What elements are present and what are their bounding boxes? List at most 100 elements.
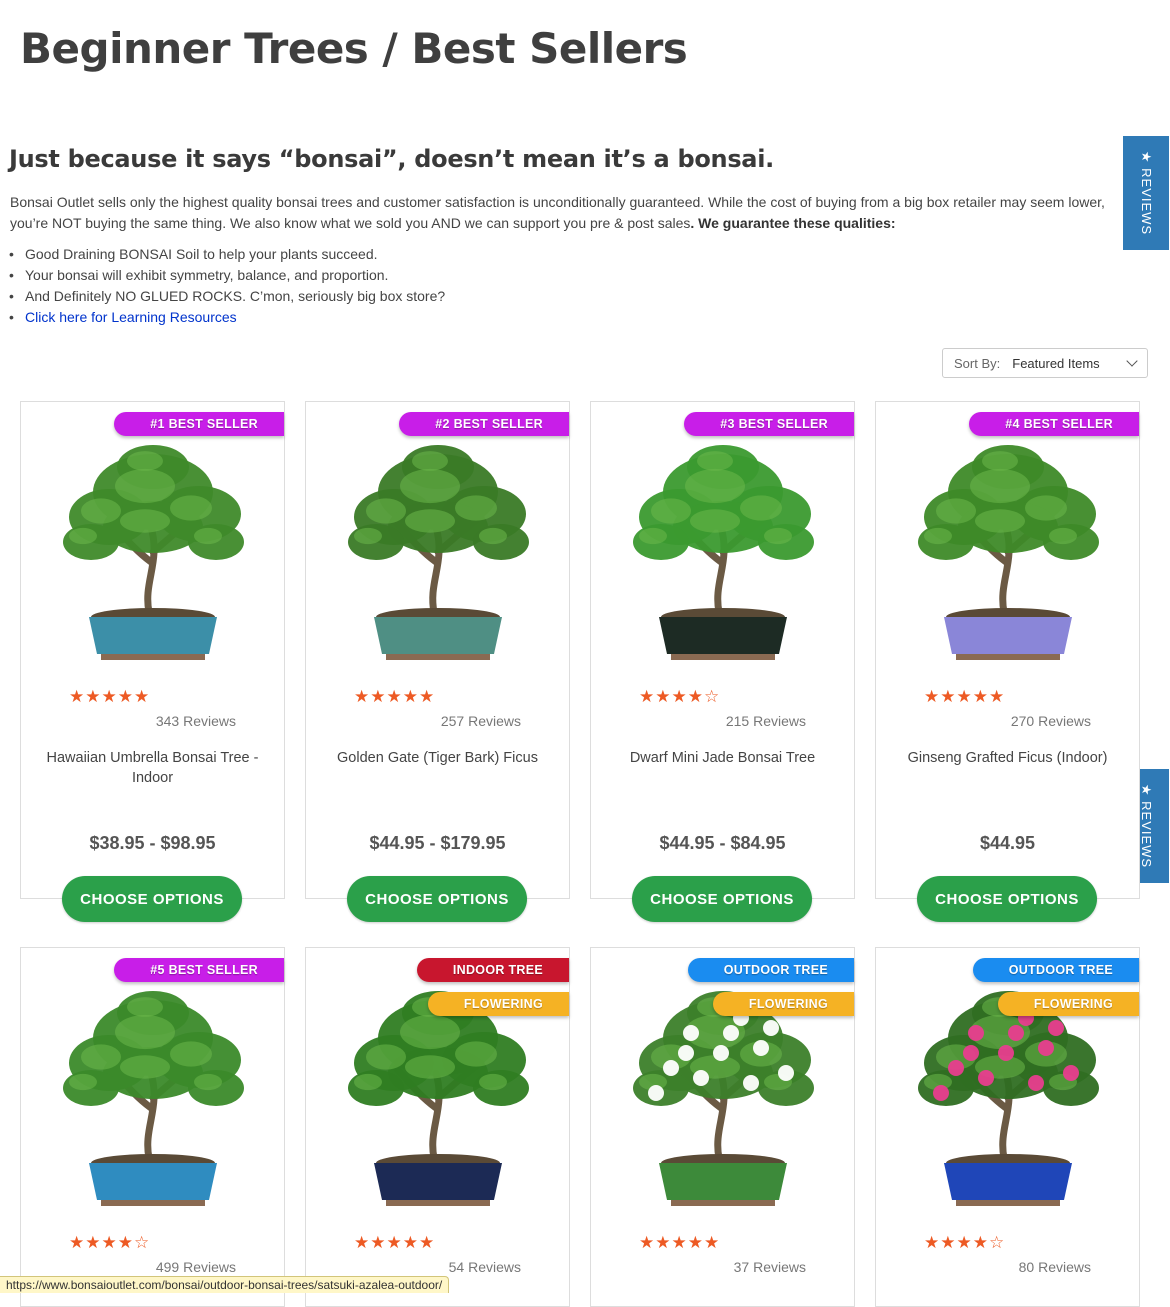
flower	[998, 1045, 1014, 1061]
choose-options-button[interactable]: CHOOSE OPTIONS	[917, 876, 1097, 922]
reviews-tab[interactable]: ★ REVIEWS	[1123, 136, 1169, 250]
foliage-highlight	[970, 468, 1030, 504]
product-name[interactable]: Ginseng Grafted Ficus (Indoor)	[890, 748, 1125, 768]
foliage-highlight	[366, 1044, 406, 1070]
foliage-highlight	[740, 495, 782, 521]
foliage-highlight	[690, 509, 740, 533]
review-count[interactable]: 499 Reviews	[156, 1259, 236, 1275]
product-card[interactable]: #1 BEST SELLER ★★★★★ 343 Reviews Hawaiian U…	[20, 401, 285, 922]
foliage-highlight	[115, 468, 175, 504]
product-card[interactable]: INDOOR TREE FLOWERING ★★★★★ 54 Reviews	[305, 947, 570, 1307]
list-item-link: Click here for Learning Resources	[9, 307, 445, 328]
product-badge: OUTDOOR TREE	[972, 958, 1139, 982]
bonsai-tree-icon	[63, 445, 244, 660]
foliage-highlight	[120, 1055, 170, 1079]
pot-base	[956, 1200, 1060, 1206]
learning-resources-link[interactable]: Click here for Learning Resources	[25, 309, 237, 325]
product-badge: FLOWERING	[427, 992, 569, 1016]
foliage-highlight	[115, 1014, 175, 1050]
rating-stars: ★★★★★	[924, 687, 1006, 706]
rating-stars: ★★★★★	[639, 1233, 721, 1252]
product-badge: INDOOR TREE	[416, 958, 569, 982]
review-count[interactable]: 257 Reviews	[441, 713, 521, 729]
product-badge: FLOWERING	[997, 992, 1139, 1016]
rating-stars: ★★★★☆	[69, 1233, 151, 1252]
foliage-highlight	[354, 527, 382, 545]
bonsai-tree-icon	[633, 445, 814, 660]
product-image[interactable]	[886, 432, 1131, 672]
foliage-highlight	[194, 1073, 222, 1091]
review-count[interactable]: 343 Reviews	[156, 713, 236, 729]
product-image[interactable]	[316, 432, 561, 672]
pot	[374, 1163, 502, 1200]
foliage-highlight	[412, 451, 448, 471]
review-count[interactable]: 80 Reviews	[1019, 1259, 1091, 1275]
foliage-highlight	[69, 527, 97, 545]
foliage-highlight	[685, 468, 745, 504]
flower	[968, 1025, 984, 1041]
product-name[interactable]: Hawaiian Umbrella Bonsai Tree - Indoor	[35, 748, 270, 788]
pot-base	[386, 654, 490, 660]
flower	[1008, 1025, 1024, 1041]
product-card[interactable]: OUTDOOR TREE FLOWERING ★★★★☆ 80 Reviews	[875, 947, 1140, 1307]
foliage-highlight	[639, 527, 667, 545]
product-image[interactable]	[601, 432, 846, 672]
pot-base	[671, 654, 775, 660]
review-count[interactable]: 270 Reviews	[1011, 713, 1091, 729]
product-card[interactable]: #2 BEST SELLER ★★★★★ 257 Reviews Golden Gat…	[305, 401, 570, 922]
foliage-highlight	[924, 527, 952, 545]
flower	[1048, 1020, 1064, 1036]
product-price: $38.95 - $98.95	[89, 833, 216, 853]
foliage-highlight	[194, 527, 222, 545]
choose-options-button[interactable]: CHOOSE OPTIONS	[62, 876, 242, 922]
foliage-highlight	[120, 509, 170, 533]
foliage-highlight	[697, 451, 733, 471]
flower	[683, 1025, 699, 1041]
chevron-down-icon	[1126, 355, 1138, 367]
product-card[interactable]: OUTDOOR TREE FLOWERING ★★★★★ 37 Reviews	[590, 947, 855, 1307]
product-price: $44.95 - $84.95	[659, 833, 786, 853]
foliage-highlight	[455, 1041, 497, 1067]
product-name[interactable]: Golden Gate (Tiger Bark) Ficus	[320, 748, 555, 768]
review-count[interactable]: 37 Reviews	[734, 1259, 806, 1275]
flower	[948, 1060, 964, 1076]
foliage-highlight	[975, 509, 1025, 533]
foliage-highlight	[170, 495, 212, 521]
product-card[interactable]: #5 BEST SELLER ★★★★☆ 499 Reviews	[20, 947, 285, 1307]
foliage-highlight	[81, 1044, 121, 1070]
foliage-highlight	[405, 509, 455, 533]
flower	[723, 1025, 739, 1041]
product-image[interactable]	[31, 432, 276, 672]
pot	[944, 1163, 1072, 1200]
choose-options-button[interactable]: CHOOSE OPTIONS	[347, 876, 527, 922]
pot-base	[101, 1200, 205, 1206]
product-card[interactable]: #3 BEST SELLER ★★★★☆ 215 Reviews Dwarf Mini…	[590, 401, 855, 922]
review-count[interactable]: 215 Reviews	[726, 713, 806, 729]
flower	[678, 1045, 694, 1061]
foliage-highlight	[366, 498, 406, 524]
foliage-highlight	[127, 451, 163, 471]
foliage-highlight	[400, 1014, 460, 1050]
rating-stars: ★★★★★	[69, 687, 151, 706]
flower	[933, 1085, 949, 1101]
review-count[interactable]: 54 Reviews	[449, 1259, 521, 1275]
product-price: $44.95	[979, 833, 1036, 853]
pot-base	[671, 1200, 775, 1206]
foliage-highlight	[479, 527, 507, 545]
list-item: And Definitely NO GLUED ROCKS. C’mon, se…	[9, 286, 445, 307]
pot	[89, 1163, 217, 1200]
list-item: Your bonsai will exhibit symmetry, balan…	[9, 265, 445, 286]
product-image[interactable]	[31, 978, 276, 1218]
choose-options-button[interactable]: CHOOSE OPTIONS	[632, 876, 812, 922]
product-card[interactable]: #4 BEST SELLER ★★★★★ 270 Reviews Ginseng Gr…	[875, 401, 1140, 922]
product-badge: #2 BEST SELLER	[399, 412, 569, 436]
foliage-highlight	[1049, 527, 1077, 545]
foliage-highlight	[81, 498, 121, 524]
pot	[374, 617, 502, 654]
list-item: Good Draining BONSAI Soil to help your p…	[9, 244, 445, 265]
sort-select[interactable]: Sort By: Featured Items	[942, 348, 1148, 378]
product-name[interactable]: Dwarf Mini Jade Bonsai Tree	[605, 748, 840, 768]
intro-text: Bonsai Outlet sells only the highest qua…	[10, 194, 1105, 231]
flower	[978, 1070, 994, 1086]
rating-stars: ★★★★☆	[924, 1233, 1006, 1252]
